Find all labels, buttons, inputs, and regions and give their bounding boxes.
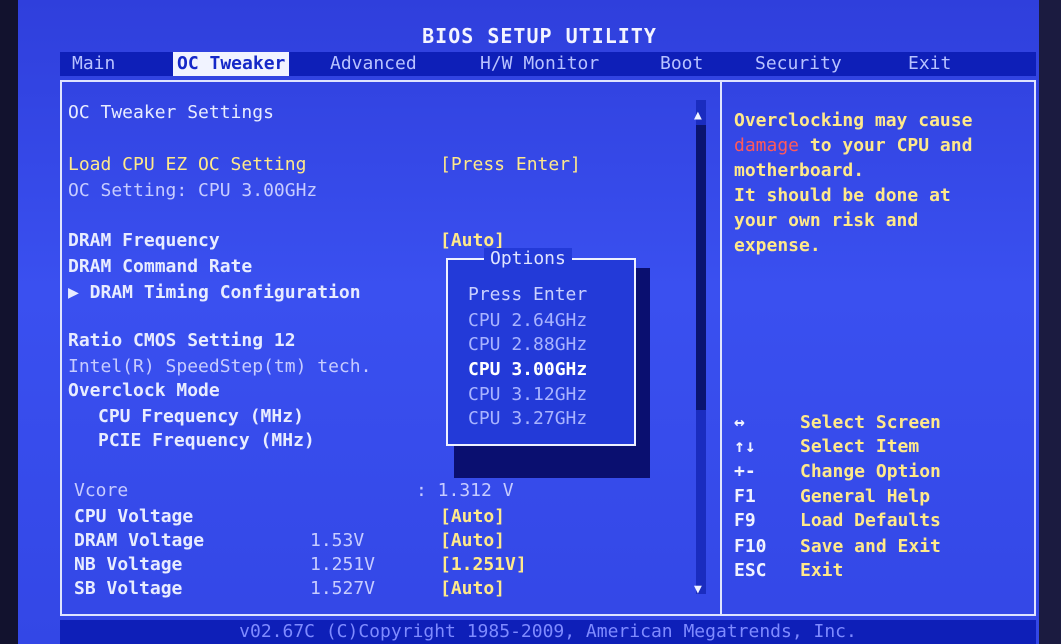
option-cpu-2-64ghz[interactable]: CPU 2.64GHz — [468, 310, 587, 331]
monitor-bezel-left — [0, 0, 18, 644]
help-line-1: Overclocking may cause — [734, 110, 973, 131]
dram-timing-configuration[interactable]: ▶ DRAM Timing Configuration — [68, 282, 361, 303]
help-line-2: damage to your CPU and — [734, 133, 1024, 158]
tab-hw-monitor[interactable]: H/W Monitor — [480, 52, 599, 76]
monitor-bezel-right — [1039, 0, 1061, 644]
load-cpu-ez-oc-value[interactable]: [Press Enter] — [440, 154, 581, 175]
tab-main[interactable]: Main — [72, 52, 115, 76]
help-line-5: your own risk and — [734, 210, 919, 231]
key-change-option-desc: Change Option — [800, 461, 941, 482]
key-load-defaults-desc: Load Defaults — [800, 510, 941, 531]
option-press-enter[interactable]: Press Enter — [468, 284, 587, 305]
sb-voltage-label[interactable]: SB Voltage — [74, 578, 182, 599]
key-select-screen-desc: Select Screen — [800, 412, 941, 433]
tab-oc-tweaker[interactable]: OC Tweaker — [173, 52, 290, 76]
dram-voltage-label[interactable]: DRAM Voltage — [74, 530, 204, 551]
options-popup: Options Press Enter CPU 2.64GHz CPU 2.88… — [446, 248, 636, 446]
tab-boot[interactable]: Boot — [660, 52, 703, 76]
scroll-down-arrow-icon[interactable]: ▼ — [694, 582, 702, 597]
tab-advanced[interactable]: Advanced — [330, 52, 417, 76]
sb-voltage-reading: 1.527V — [310, 578, 376, 599]
nb-voltage-value[interactable]: [1.251V] — [440, 554, 527, 575]
dram-voltage-reading: 1.53V — [310, 530, 365, 551]
scrollbar-thumb[interactable] — [696, 125, 706, 410]
ratio-cmos-setting[interactable]: Ratio CMOS Setting 12 — [68, 330, 296, 351]
speedstep-label[interactable]: Intel(R) SpeedStep(tm) tech. — [68, 356, 371, 377]
bios-title: BIOS SETUP UTILITY — [422, 24, 657, 48]
bios-screen: BIOS SETUP UTILITY Main OC Tweaker Advan… — [18, 0, 1061, 644]
vcore-value: : 1.312 V — [416, 480, 514, 501]
help-text: Overclocking may cause damage to your CP… — [734, 108, 1024, 258]
menu-bar: Main OC Tweaker Advanced H/W Monitor Boo… — [60, 52, 1036, 76]
key-select-item-desc: Select Item — [800, 436, 920, 457]
key-select-screen: ↔ — [734, 412, 745, 433]
key-load-defaults: F9 — [734, 510, 756, 531]
key-change-option: +- — [734, 461, 756, 482]
key-exit: ESC — [734, 560, 767, 581]
help-line-4: It should be done at — [734, 185, 951, 206]
dram-frequency-label[interactable]: DRAM Frequency — [68, 230, 220, 251]
help-line-2-rest: to your CPU and — [799, 135, 973, 156]
sb-voltage-value[interactable]: [Auto] — [440, 578, 505, 599]
cpu-voltage-value[interactable]: [Auto] — [440, 506, 505, 527]
nb-voltage-label[interactable]: NB Voltage — [74, 554, 182, 575]
key-general-help: F1 — [734, 486, 756, 507]
tab-exit[interactable]: Exit — [908, 52, 951, 76]
overclock-mode-label[interactable]: Overclock Mode — [68, 380, 220, 401]
option-cpu-3-00ghz[interactable]: CPU 3.00GHz — [468, 359, 587, 380]
copyright-footer: v02.67C (C)Copyright 1985-2009, American… — [60, 620, 1036, 644]
key-general-help-desc: General Help — [800, 486, 931, 507]
scroll-up-arrow-icon[interactable]: ▲ — [694, 108, 702, 123]
cpu-voltage-label[interactable]: CPU Voltage — [74, 506, 193, 527]
option-cpu-2-88ghz[interactable]: CPU 2.88GHz — [468, 334, 587, 355]
tab-security[interactable]: Security — [755, 52, 842, 76]
cpu-frequency-label[interactable]: CPU Frequency (MHz) — [98, 406, 304, 427]
help-damage-word: damage — [734, 135, 800, 156]
key-select-item: ↑↓ — [734, 436, 756, 457]
oc-setting-text: OC Setting: CPU 3.00GHz — [68, 180, 318, 201]
pane-divider — [720, 80, 722, 616]
help-line-3: motherboard. — [734, 160, 865, 181]
pcie-frequency-label[interactable]: PCIE Frequency (MHz) — [98, 430, 315, 451]
popup-title: Options — [484, 248, 572, 269]
key-save-exit-desc: Save and Exit — [800, 536, 941, 557]
vcore-label: Vcore — [74, 480, 129, 501]
section-title: OC Tweaker Settings — [68, 102, 274, 123]
dram-voltage-value[interactable]: [Auto] — [440, 530, 505, 551]
option-cpu-3-12ghz[interactable]: CPU 3.12GHz — [468, 384, 587, 405]
key-save-exit: F10 — [734, 536, 767, 557]
option-cpu-3-27ghz[interactable]: CPU 3.27GHz — [468, 408, 587, 429]
key-exit-desc: Exit — [800, 560, 844, 581]
load-cpu-ez-oc-label[interactable]: Load CPU EZ OC Setting — [68, 154, 306, 175]
help-line-6: expense. — [734, 235, 821, 256]
nb-voltage-reading: 1.251V — [310, 554, 376, 575]
dram-command-rate-label[interactable]: DRAM Command Rate — [68, 256, 252, 277]
